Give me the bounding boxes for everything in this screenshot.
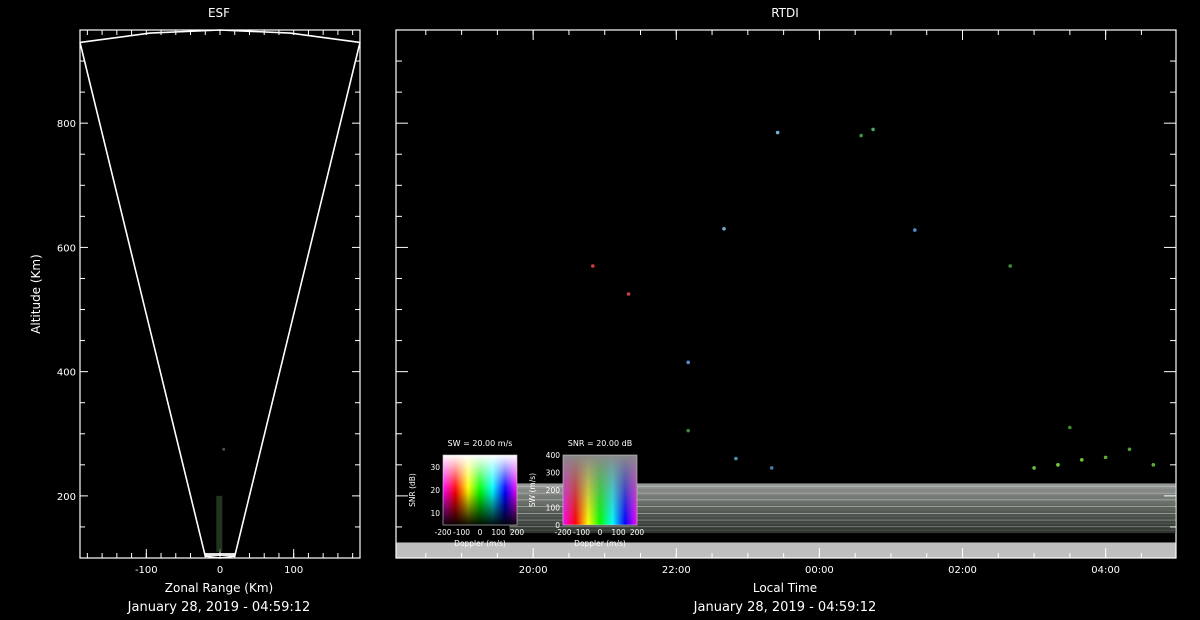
esf-xtick-label: -100 <box>135 565 158 576</box>
esf-panel: ESF 200 400 600 800 -100 0 100 Zonal Range (Km… <box>29 6 361 615</box>
echo-point <box>1103 455 1108 460</box>
echo-point <box>871 127 875 132</box>
echo-point <box>590 264 595 268</box>
echo-point <box>769 466 774 470</box>
echo-point <box>775 130 780 135</box>
echo-point <box>1068 425 1072 430</box>
colorbar-ytick-label: 200 <box>546 486 561 495</box>
esf-y-axis-label: Altitude (Km) <box>29 254 43 334</box>
rtdi-x-axis-label: Local Time <box>753 581 817 595</box>
colorbar2-shade <box>563 455 637 525</box>
colorbar-ytick-label: 30 <box>430 463 440 472</box>
echo-point <box>859 133 863 138</box>
rtdi-timestamp: January 28, 2019 - 04:59:12 <box>693 600 877 615</box>
echo-point <box>913 228 917 232</box>
colorbar-ytick-label: 100 <box>546 504 561 513</box>
colorbar-xtick-label: -200 <box>434 528 451 537</box>
colorbar-xtick-label: 100 <box>611 528 626 537</box>
echo-point <box>1127 447 1132 452</box>
esf-timestamp: January 28, 2019 - 04:59:12 <box>127 600 311 615</box>
colorbar-xtick-label: 200 <box>630 528 645 537</box>
echo-point <box>1008 264 1013 268</box>
echo-point <box>1032 466 1036 470</box>
echo-band <box>396 542 1176 558</box>
colorbar1-x-label: Doppler (m/s) <box>454 539 506 548</box>
echo-point <box>734 456 738 461</box>
esf-xtick-label: 100 <box>284 565 303 576</box>
colorbar-xtick-label: 0 <box>598 528 603 537</box>
colorbar-ytick-label: 20 <box>430 486 440 495</box>
esf-x-axis-label: Zonal Range (Km) <box>165 581 273 595</box>
colorbar1-shade <box>443 455 517 525</box>
colorbar1-title: SW = 20.00 m/s <box>448 439 513 448</box>
esf-ytick-label: 200 <box>57 492 76 503</box>
colorbar-xtick-label: 200 <box>510 528 525 537</box>
esf-ytick-label: 800 <box>57 119 76 130</box>
echo-point <box>1079 458 1084 462</box>
rtdi-title: RTDI <box>771 6 799 20</box>
rtdi-panel: RTDI 20:00 22:00 00:00 02:00 04:00 Local Tim… <box>395 6 1177 615</box>
echo-point <box>686 360 691 365</box>
echo-point <box>722 226 726 231</box>
echo-point <box>686 428 691 433</box>
colorbar-ytick-label: 0 <box>555 521 560 530</box>
colorbar-xtick-label: 0 <box>478 528 483 537</box>
colorbar-ytick-label: 400 <box>546 451 561 460</box>
colorbar-xtick-label: 100 <box>491 528 506 537</box>
rtdi-xtick-label: 22:00 <box>662 565 691 576</box>
esf-xtick-label: 0 <box>217 565 223 576</box>
figure: ESF 200400600800-100 0 100 Zonal Range (Km… <box>29 6 1177 615</box>
colorbar-ytick-label: 10 <box>430 509 440 518</box>
colorbar2-y-label: SW (m/s) <box>528 473 537 507</box>
rtdi-xtick-label: 20:00 <box>519 565 548 576</box>
esf-axes-frame <box>79 29 361 559</box>
colorbar-xtick-label: -100 <box>453 528 470 537</box>
colorbar-xtick-label: -100 <box>573 528 590 537</box>
rtdi-xtick-label: 00:00 <box>805 565 834 576</box>
esf-echo-base <box>205 553 235 557</box>
rtdi-xtick-label: 04:00 <box>1091 565 1120 576</box>
esf-ytick-label: 400 <box>57 368 76 379</box>
esf-echo-dot <box>222 447 226 451</box>
colorbar1-y-label: SNR (dB) <box>408 473 417 507</box>
colorbar2-title: SNR = 20.00 dB <box>568 439 632 448</box>
echo-point <box>1151 463 1156 467</box>
esf-ytick-label: 600 <box>57 243 76 254</box>
echo-point <box>626 292 631 296</box>
echo-point <box>1056 463 1060 467</box>
colorbar2-x-label: Doppler (m/s) <box>574 539 626 548</box>
rtdi-xtick-label: 02:00 <box>948 565 977 576</box>
esf-echo-column <box>216 495 223 552</box>
esf-title: ESF <box>208 6 230 20</box>
colorbar-ytick-label: 300 <box>546 469 561 478</box>
